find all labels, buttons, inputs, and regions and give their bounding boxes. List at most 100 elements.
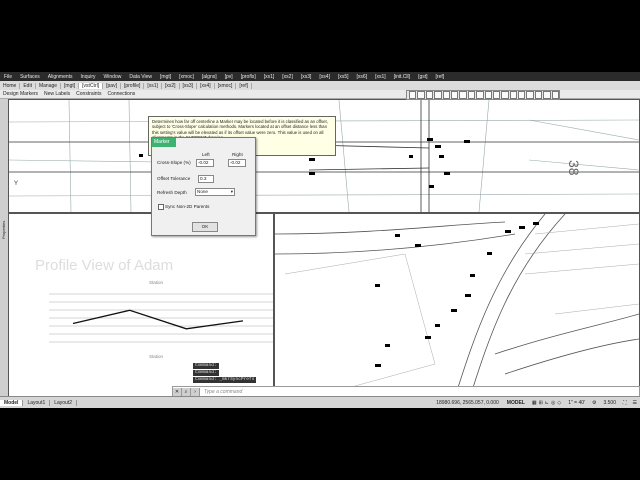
view-navigation-toolbar: [406, 90, 560, 100]
ribbon-tab[interactable]: [xs2]: [162, 82, 180, 89]
ribbon-tab[interactable]: Home: [0, 82, 21, 89]
layout-tab[interactable]: Layout1: [23, 399, 51, 406]
menu-item[interactable]: [pv]: [221, 74, 237, 80]
selection-icon[interactable]: [518, 91, 526, 99]
snap-status-icon[interactable]: ⊞: [539, 400, 543, 406]
customize-icon[interactable]: [551, 91, 560, 99]
station-label-top: Station: [149, 280, 164, 285]
ok-button[interactable]: OK: [192, 222, 218, 232]
command-history-line-3: Command: _mkrSyncPrefs: [193, 377, 257, 383]
ribbon-tab[interactable]: [ref]: [236, 82, 252, 89]
zoom-previous-icon[interactable]: [442, 91, 450, 99]
ribbon-tab[interactable]: [profile]: [121, 82, 145, 89]
ribbon-tab[interactable]: [mgt]: [61, 82, 80, 89]
polar-icon[interactable]: [484, 91, 492, 99]
menu-item[interactable]: Inquiry: [77, 74, 100, 80]
cross-slope-label: Cross-Slope (%): [157, 160, 191, 165]
menu-item[interactable]: [ref]: [432, 74, 449, 80]
layout-tab[interactable]: Model: [0, 399, 24, 406]
close-icon[interactable]: ✕: [173, 388, 182, 396]
ortho-status-icon[interactable]: ⊾: [545, 400, 549, 406]
menu-item[interactable]: Alignments: [44, 74, 77, 80]
orbit-icon[interactable]: [450, 91, 459, 99]
menu-item[interactable]: [xs1]: [371, 74, 390, 80]
profile-viewport[interactable]: Profile View of Adam Station Station: [8, 213, 274, 398]
osnap-status-icon[interactable]: ◇: [557, 400, 561, 406]
station-label-bottom: Station: [149, 354, 164, 359]
transparency-icon[interactable]: [509, 91, 518, 99]
menu-icon[interactable]: ☰: [630, 400, 640, 406]
menu-item[interactable]: [xs4]: [315, 74, 334, 80]
refresh-depth-label: Refresh Depth: [157, 190, 187, 195]
menu-item[interactable]: File: [0, 74, 16, 80]
menu-item[interactable]: [xs1]: [260, 74, 279, 80]
lineweight-icon[interactable]: [501, 91, 509, 99]
plan-drawing-bottom: [275, 214, 639, 397]
fullscreen-icon[interactable]: ⛶: [620, 400, 630, 406]
polar-status-icon[interactable]: ◎: [551, 400, 555, 406]
ribbon-tab[interactable]: [xmoc]: [215, 82, 237, 89]
ribbon-button[interactable]: Connections: [104, 91, 138, 97]
offset-tolerance-input[interactable]: 0.3: [198, 175, 214, 183]
annotation-icon[interactable]: [526, 91, 534, 99]
zoom-icon[interactable]: [409, 91, 417, 99]
search-icon[interactable]: ⌕: [182, 388, 191, 396]
layout-tabs: Model Layout1 Layout2: [0, 399, 78, 406]
model-space-toggle[interactable]: MODEL: [503, 400, 529, 406]
grid-icon[interactable]: [459, 91, 467, 99]
ribbon-tab[interactable]: [vstCtrl]: [79, 82, 104, 89]
ribbon-tab[interactable]: [xs3]: [180, 82, 198, 89]
menu-item[interactable]: [xs6]: [353, 74, 372, 80]
ortho-icon[interactable]: [476, 91, 484, 99]
plan-viewport-bottom[interactable]: [274, 213, 640, 398]
refresh-depth-select[interactable]: None ▾: [195, 188, 235, 196]
layout-tab[interactable]: Layout2: [50, 399, 78, 406]
ribbon-button[interactable]: Constraints: [73, 91, 104, 97]
grid-status-icon[interactable]: ▦: [532, 400, 537, 406]
menu-item[interactable]: Data View: [125, 74, 156, 80]
menu-item[interactable]: [profls]: [237, 74, 260, 80]
command-history-line-2: Command:: [193, 370, 219, 376]
menu-item[interactable]: [xs3]: [297, 74, 316, 80]
ribbon-tab[interactable]: Edit: [20, 82, 36, 89]
sync-label: Sync Non-2D Parents: [165, 204, 210, 209]
command-input[interactable]: Type a command: [200, 389, 242, 395]
ribbon-button[interactable]: Design Markers: [0, 91, 41, 97]
osnap-icon[interactable]: [492, 91, 501, 99]
properties-label: Properties: [1, 220, 6, 239]
snap-icon[interactable]: [467, 91, 476, 99]
command-prompt-icon[interactable]: ›: [191, 388, 200, 396]
menu-item[interactable]: [xmoc]: [175, 74, 198, 80]
menu-item[interactable]: Surfaces: [16, 74, 44, 80]
left-column-header: Left: [202, 152, 210, 157]
menu-item[interactable]: [xs2]: [278, 74, 297, 80]
status-bar: Model Layout1 Layout2 18980.696, 2565.057,…: [0, 396, 640, 408]
coordinate-readout: 18980.696, 2565.057, 0.000: [436, 399, 499, 406]
ribbon-tab[interactable]: [xs4]: [197, 82, 215, 89]
zoom-window-icon[interactable]: [434, 91, 442, 99]
ribbon-tab[interactable]: Manage: [36, 82, 62, 89]
chevron-down-icon: ▾: [230, 189, 233, 194]
cross-slope-right-input[interactable]: -0.02: [228, 159, 246, 167]
menu-item[interactable]: [xs5]: [334, 74, 353, 80]
menu-item[interactable]: [init.Cll]: [390, 74, 414, 80]
marker-settings-dialog: Marker Left Right Cross-Slope (%) -0.02 …: [151, 137, 256, 236]
menu-item[interactable]: [algns]: [198, 74, 221, 80]
profile-drawing: Profile View of Adam Station Station: [35, 257, 273, 359]
cross-slope-left-input[interactable]: -0.02: [196, 159, 214, 167]
pan-icon[interactable]: [417, 91, 425, 99]
ribbon-button[interactable]: New Labels: [41, 91, 73, 97]
zoom-level: 3.500: [603, 399, 616, 406]
annotation-scale[interactable]: 1" = 40': [564, 400, 589, 406]
gear-icon[interactable]: ⚙: [589, 400, 599, 406]
sync-checkbox[interactable]: [158, 204, 164, 210]
settings-icon[interactable]: [543, 91, 551, 99]
workspace-icon[interactable]: [534, 91, 543, 99]
menu-item[interactable]: Window: [100, 74, 126, 80]
menu-item[interactable]: [gst]: [414, 74, 431, 80]
profile-title: Profile View of Adam: [35, 257, 173, 274]
ribbon-tab[interactable]: [xs1]: [144, 82, 162, 89]
ribbon-tab[interactable]: [pav]: [103, 82, 121, 89]
zoom-extents-icon[interactable]: [425, 91, 434, 99]
menu-item[interactable]: [mgt]: [156, 74, 175, 80]
